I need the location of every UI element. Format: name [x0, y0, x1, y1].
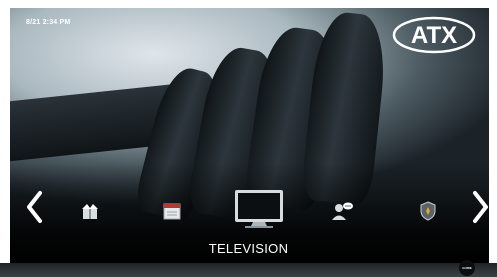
date-time: 8/21 2:34 PM — [26, 19, 71, 26]
menu-item-calendar[interactable] — [161, 200, 183, 222]
television-icon — [235, 190, 283, 228]
atx-logo: ATX — [392, 16, 476, 54]
selected-menu-label: TELEVISION — [208, 241, 289, 256]
menu-item-shield[interactable] — [417, 200, 439, 222]
menu-item-person[interactable] — [329, 199, 355, 223]
guide-button[interactable]: GUIDE — [459, 260, 475, 276]
person-chat-icon — [332, 202, 353, 220]
shield-badge-icon — [420, 201, 436, 221]
menu-item-gift[interactable] — [78, 200, 102, 222]
calendar-icon — [163, 203, 181, 220]
chevron-right-icon — [473, 191, 488, 223]
logo-text: ATX — [411, 22, 457, 49]
menu-item-television[interactable] — [232, 187, 286, 231]
bottom-bar — [0, 263, 497, 277]
chevron-left-icon — [27, 191, 42, 223]
next-arrow-button[interactable] — [469, 187, 491, 227]
gift-box-icon — [82, 204, 98, 219]
previous-arrow-button[interactable] — [24, 187, 46, 227]
